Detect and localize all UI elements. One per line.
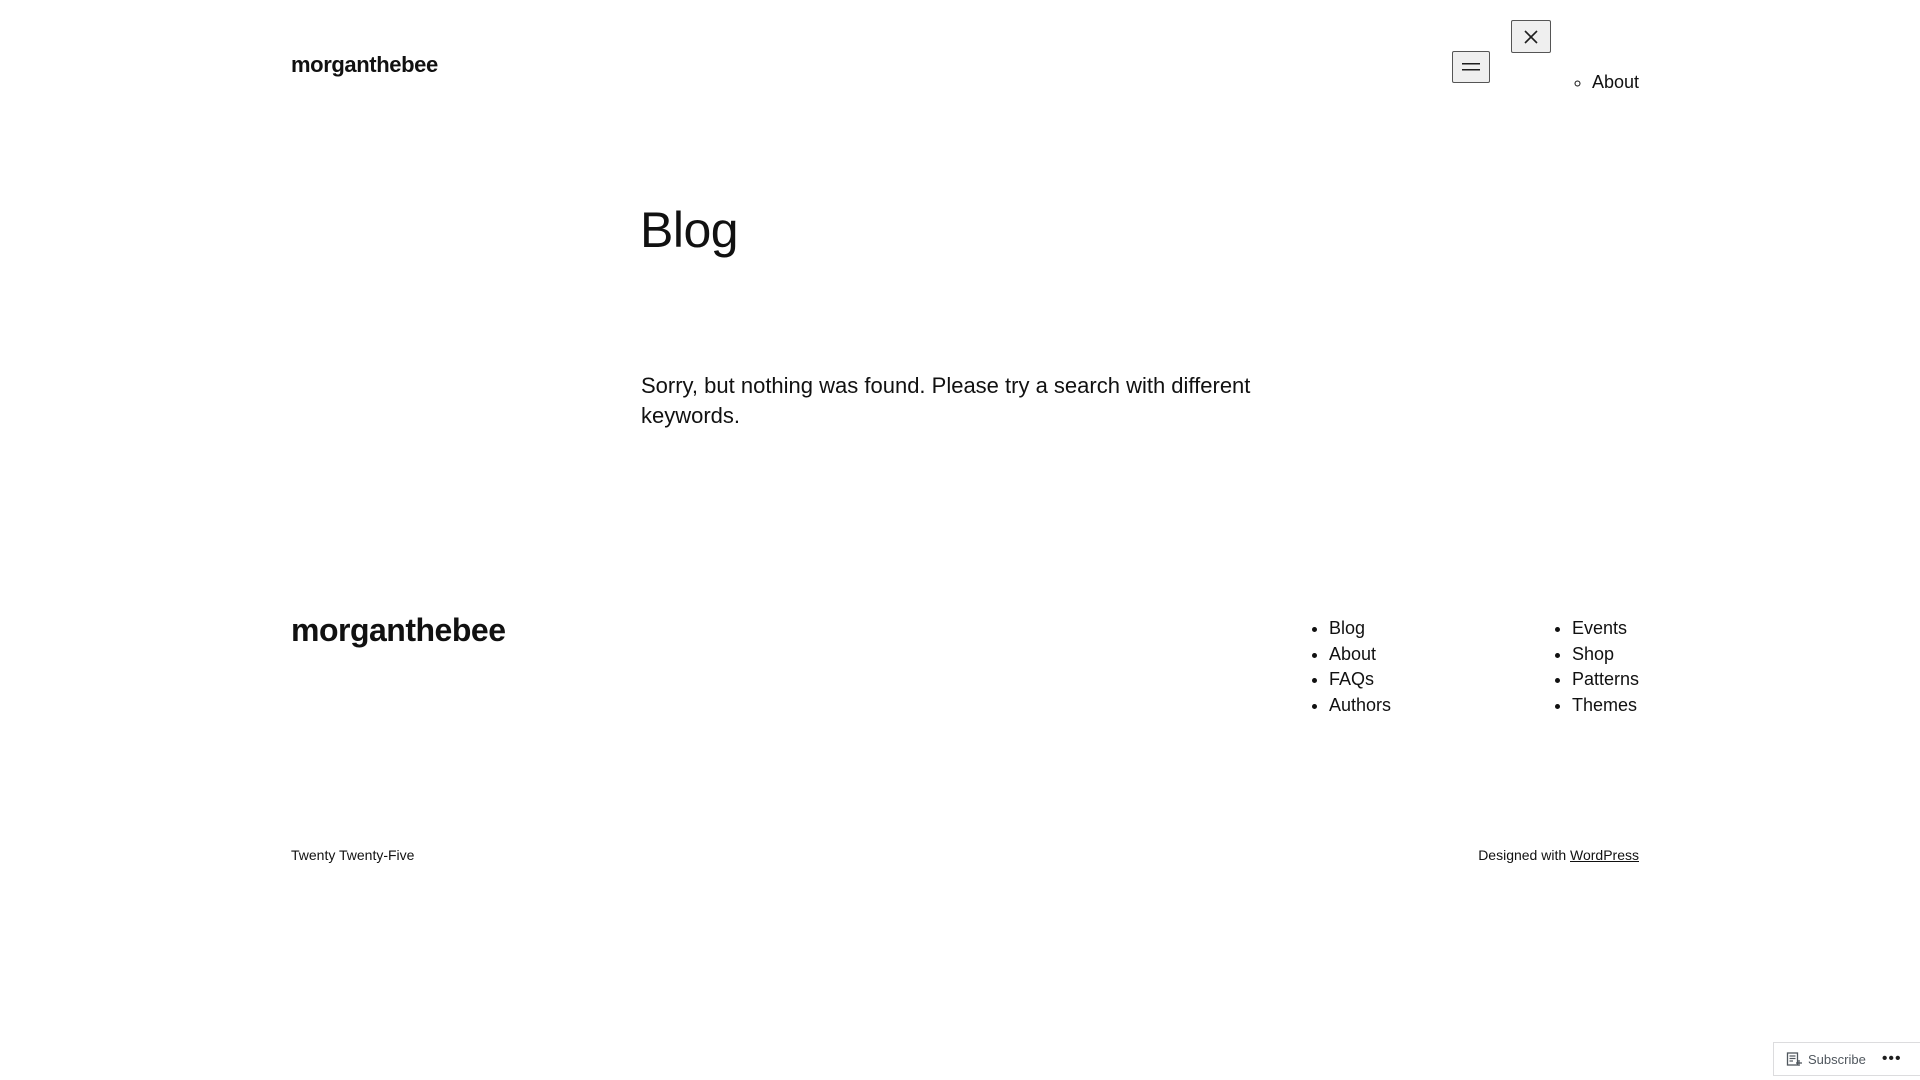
footer-nav-item: Themes (1572, 693, 1639, 719)
overlay-nav: About (1574, 72, 1639, 93)
footer-link-themes[interactable]: Themes (1572, 695, 1637, 715)
page-title: Blog (640, 202, 739, 258)
close-icon (1524, 29, 1538, 44)
subscribe-label: Subscribe (1808, 1051, 1866, 1067)
footer-link-events[interactable]: Events (1572, 618, 1627, 638)
close-menu-button[interactable] (1511, 20, 1551, 53)
footer-link-about[interactable]: About (1329, 644, 1376, 664)
footer-nav-primary: Blog About FAQs Authors (1311, 616, 1391, 718)
footer-nav-secondary: Events Shop Patterns Themes (1554, 616, 1639, 718)
action-bar: Subscribe ••• (1773, 1042, 1920, 1076)
footer-nav-item: About (1329, 642, 1391, 668)
footer-link-patterns[interactable]: Patterns (1572, 669, 1639, 689)
footer-site-title[interactable]: morganthebee (291, 612, 506, 649)
hamburger-icon (1462, 63, 1480, 71)
ellipsis-icon: ••• (1881, 1050, 1902, 1067)
footer-theme-name: Twenty Twenty-Five (291, 847, 415, 863)
footer-wordpress-link[interactable]: WordPress (1570, 847, 1639, 863)
overlay-nav-item: About (1592, 72, 1639, 93)
footer-nav-item: Shop (1572, 642, 1639, 668)
footer-credit: Designed with WordPress (1478, 847, 1639, 863)
footer-link-faqs[interactable]: FAQs (1329, 669, 1374, 689)
overlay-nav-link-about[interactable]: About (1592, 72, 1639, 92)
open-menu-button[interactable] (1452, 51, 1490, 83)
more-options-button[interactable]: ••• (1874, 1043, 1910, 1075)
footer-link-authors[interactable]: Authors (1329, 695, 1391, 715)
reader-icon (1786, 1052, 1802, 1066)
footer-link-blog[interactable]: Blog (1329, 618, 1365, 638)
footer-nav-item: Events (1572, 616, 1639, 642)
footer-nav-item: FAQs (1329, 667, 1391, 693)
footer-link-shop[interactable]: Shop (1572, 644, 1614, 664)
page: morganthebee About Blog Sorry, but nothi… (0, 0, 1920, 1080)
site-title[interactable]: morganthebee (291, 52, 438, 78)
footer-nav-item: Patterns (1572, 667, 1639, 693)
footer-nav-item: Authors (1329, 693, 1391, 719)
footer-nav-item: Blog (1329, 616, 1391, 642)
footer-credit-prefix: Designed with (1478, 847, 1567, 863)
no-results-message: Sorry, but nothing was found. Please try… (641, 373, 1251, 428)
subscribe-button[interactable]: Subscribe (1774, 1043, 1874, 1075)
